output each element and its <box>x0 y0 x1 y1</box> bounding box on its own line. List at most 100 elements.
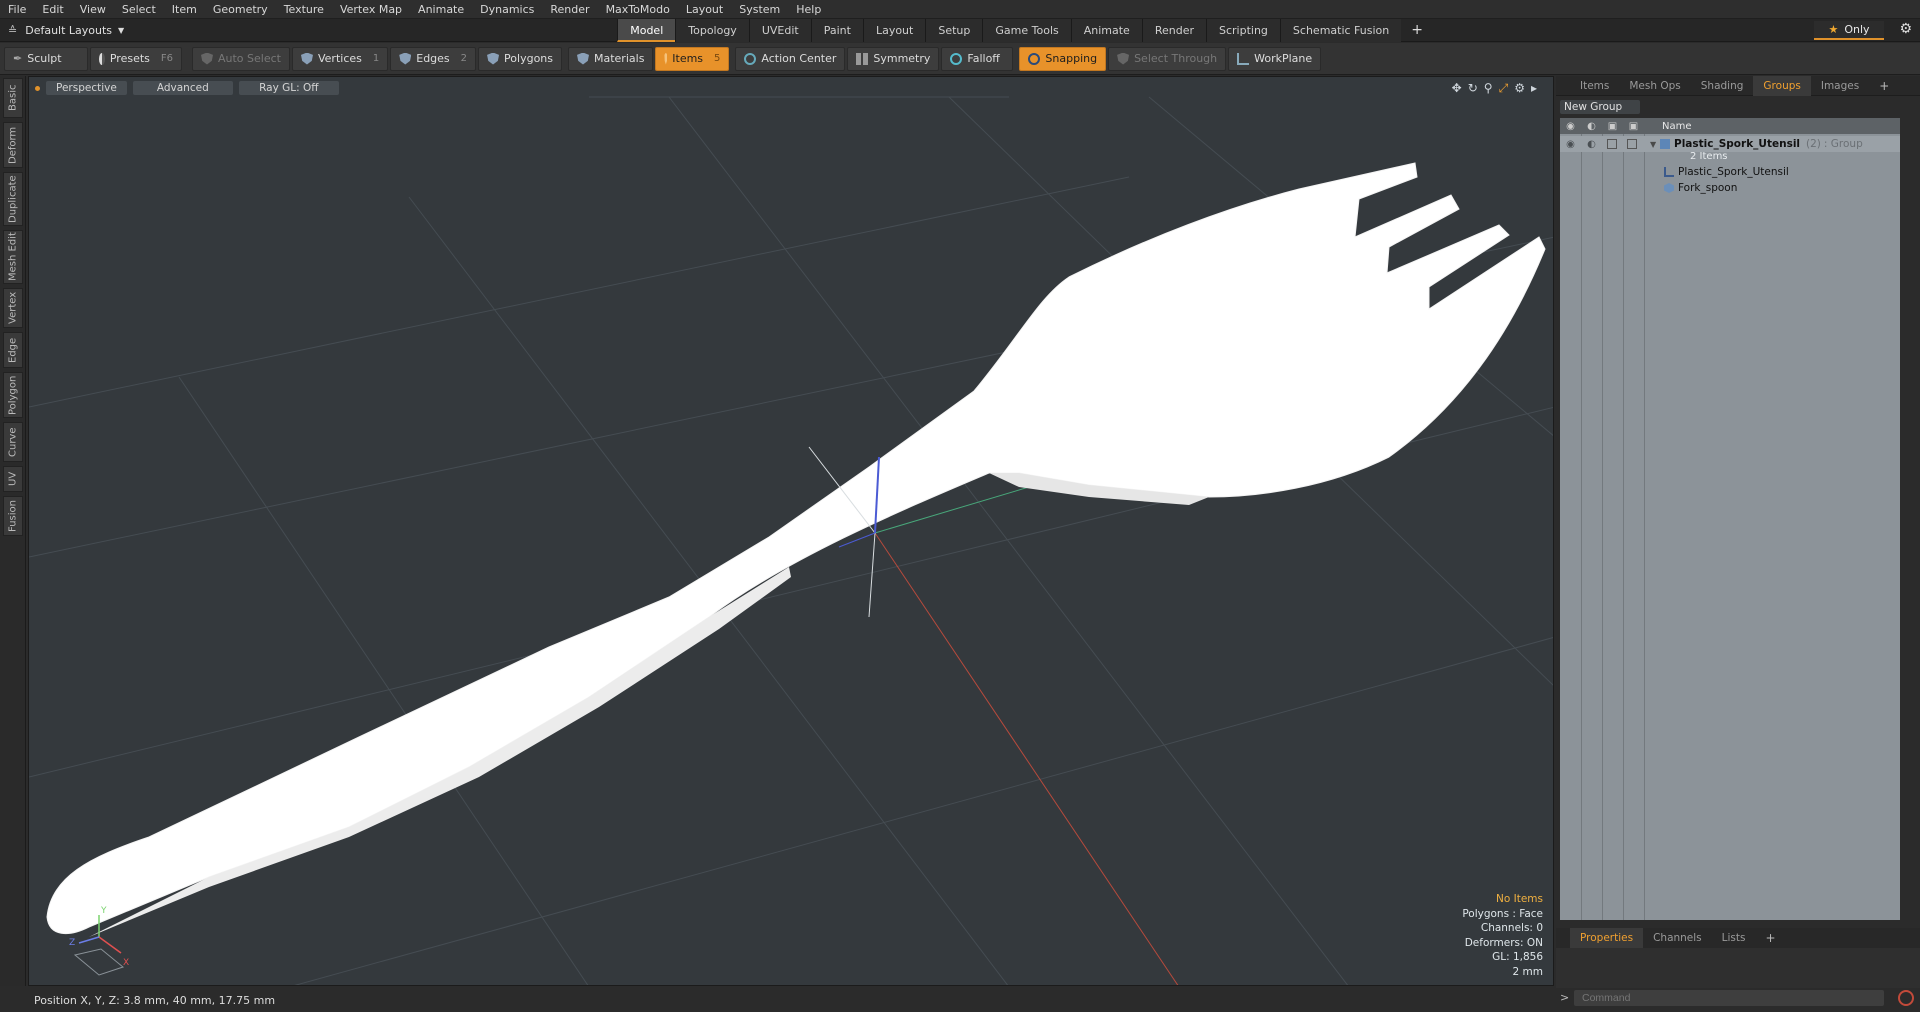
tab-setup[interactable]: Setup <box>925 18 983 42</box>
menu-item-animate[interactable]: Animate <box>410 0 472 19</box>
tab-game-tools[interactable]: Game Tools <box>982 18 1071 42</box>
add-panel-tab-button[interactable]: + <box>1869 76 1899 96</box>
view-type-button[interactable]: Perspective <box>46 81 127 95</box>
menu-item-view[interactable]: View <box>72 0 114 19</box>
side-tab-vertex[interactable]: Vertex <box>3 288 23 328</box>
side-tab-mesh-edit[interactable]: Mesh Edit <box>3 230 23 284</box>
side-tab-polygon[interactable]: Polygon <box>3 372 23 418</box>
properties-tab-lists[interactable]: Lists <box>1712 928 1756 948</box>
viewport-stats: No Items Polygons : Face Channels: 0 Def… <box>1462 892 1543 979</box>
menu-item-item[interactable]: Item <box>164 0 205 19</box>
tab-paint[interactable]: Paint <box>810 18 863 42</box>
spork-model[interactable] <box>46 162 1546 937</box>
3d-viewport[interactable]: Perspective Advanced Ray GL: Off ✥ ↻ ⚲ ⤢… <box>28 76 1554 986</box>
tab-scripting[interactable]: Scripting <box>1206 18 1280 42</box>
select-through-button[interactable]: Select Through <box>1108 46 1227 71</box>
layout-toggle-icon[interactable]: ≙ <box>0 24 17 37</box>
tab-topology[interactable]: Topology <box>675 18 749 42</box>
layout-dropdown-label: Default Layouts <box>25 23 113 37</box>
right-panel-tabs: Items Mesh Ops Shading Groups Images + <box>1556 75 1920 96</box>
items-icon <box>664 52 668 65</box>
auto-select-button[interactable]: Auto Select <box>192 46 290 71</box>
side-tab-uv[interactable]: UV <box>3 466 23 492</box>
menu-item-render[interactable]: Render <box>542 0 597 19</box>
tree-row-child[interactable]: Plastic_Spork_Utensil <box>1560 164 1900 180</box>
tab-layout[interactable]: Layout <box>862 18 926 42</box>
polygons-button[interactable]: Polygons <box>478 46 562 71</box>
menu-item-system[interactable]: System <box>731 0 788 19</box>
panel-tab-images[interactable]: Images <box>1811 76 1869 96</box>
layout-dropdown[interactable]: Default Layouts ▼ <box>17 24 617 37</box>
menu-item-geometry[interactable]: Geometry <box>205 0 276 19</box>
panel-tab-shading[interactable]: Shading <box>1691 76 1754 96</box>
presets-button[interactable]: Presets F6 <box>90 46 182 71</box>
select-through-icon <box>1117 52 1130 65</box>
auto-select-label: Auto Select <box>218 52 281 65</box>
panel-tab-items[interactable]: Items <box>1570 76 1619 96</box>
menu-item-texture[interactable]: Texture <box>276 0 332 19</box>
properties-tab-channels[interactable]: Channels <box>1643 928 1712 948</box>
only-button[interactable]: ★ Only <box>1814 21 1884 40</box>
tab-animate[interactable]: Animate <box>1070 18 1142 42</box>
zoom-icon[interactable]: ⚲ <box>1484 81 1493 96</box>
materials-button[interactable]: Materials <box>568 46 654 71</box>
menu-item-layout[interactable]: Layout <box>678 0 731 19</box>
tree-column-divider <box>1623 134 1624 920</box>
add-tab-button[interactable]: + <box>1401 19 1433 42</box>
select-through-label: Select Through <box>1134 52 1218 65</box>
menu-item-vertex-map[interactable]: Vertex Map <box>332 0 410 19</box>
properties-tab-properties[interactable]: Properties <box>1570 928 1644 948</box>
tab-render[interactable]: Render <box>1141 18 1206 42</box>
falloff-button[interactable]: Falloff <box>941 46 1014 71</box>
main-toolbar: ✒ Sculpt Presets F6 Auto Select Vertices… <box>0 43 1920 75</box>
panel-tab-groups[interactable]: Groups <box>1753 75 1811 96</box>
workplane-label: WorkPlane <box>1254 52 1313 65</box>
command-record-icon[interactable] <box>1898 990 1914 1006</box>
menu-item-file[interactable]: File <box>0 0 34 19</box>
menu-item-dynamics[interactable]: Dynamics <box>472 0 542 19</box>
sculpt-button[interactable]: ✒ Sculpt <box>4 46 88 71</box>
side-tab-fusion[interactable]: Fusion <box>3 496 23 536</box>
symmetry-button[interactable]: Symmetry <box>847 46 940 71</box>
vertices-count: 1 <box>372 53 380 64</box>
vertices-button[interactable]: Vertices 1 <box>291 46 389 71</box>
tab-model[interactable]: Model <box>617 18 676 42</box>
chevron-down-icon: ▼ <box>118 25 125 35</box>
tab-uvedit[interactable]: UVEdit <box>748 18 811 42</box>
tree-column-divider <box>1644 134 1645 920</box>
symmetry-icon <box>856 52 869 65</box>
snapping-button[interactable]: Snapping <box>1019 46 1107 71</box>
side-tab-basic[interactable]: Basic <box>3 78 23 118</box>
side-tab-duplicate[interactable]: Duplicate <box>3 172 23 226</box>
rotate-icon[interactable]: ↻ <box>1468 81 1478 96</box>
workplane-icon <box>1237 52 1250 65</box>
menu-item-select[interactable]: Select <box>114 0 164 19</box>
raygl-button[interactable]: Ray GL: Off <box>238 81 339 95</box>
command-input[interactable] <box>1574 990 1884 1006</box>
panel-tab-mesh-ops[interactable]: Mesh Ops <box>1619 76 1690 96</box>
viewport-settings-icon[interactable]: ⚙ <box>1514 81 1525 96</box>
add-properties-tab-button[interactable]: + <box>1755 928 1785 948</box>
menu-item-edit[interactable]: Edit <box>34 0 71 19</box>
workplane-button[interactable]: WorkPlane <box>1228 46 1322 71</box>
side-tab-edge[interactable]: Edge <box>3 332 23 368</box>
edges-button[interactable]: Edges 2 <box>390 46 477 71</box>
new-group-button[interactable]: New Group <box>1560 100 1640 114</box>
side-tab-deform[interactable]: Deform <box>3 122 23 168</box>
gear-icon[interactable]: ⚙ <box>1899 21 1912 37</box>
fit-icon[interactable]: ⤢ <box>1499 81 1509 96</box>
side-tab-curve[interactable]: Curve <box>3 422 23 462</box>
items-button[interactable]: Items 5 <box>655 46 730 71</box>
tab-schematic-fusion[interactable]: Schematic Fusion <box>1279 18 1402 42</box>
shading-mode-button[interactable]: Advanced <box>132 81 233 95</box>
locator-icon <box>1664 167 1674 177</box>
tree-row-child[interactable]: Fork_spoon <box>1560 180 1900 196</box>
expand-arrow-icon[interactable]: ▸ <box>1531 81 1537 96</box>
viewport-menu-dot[interactable] <box>35 85 40 91</box>
menu-item-maxtomodo[interactable]: MaxToModo <box>598 0 678 19</box>
menu-item-help[interactable]: Help <box>788 0 829 19</box>
pan-icon[interactable]: ✥ <box>1452 81 1462 96</box>
action-center-label: Action Center <box>761 52 837 65</box>
action-center-button[interactable]: Action Center <box>735 46 846 71</box>
materials-label: Materials <box>594 52 645 65</box>
